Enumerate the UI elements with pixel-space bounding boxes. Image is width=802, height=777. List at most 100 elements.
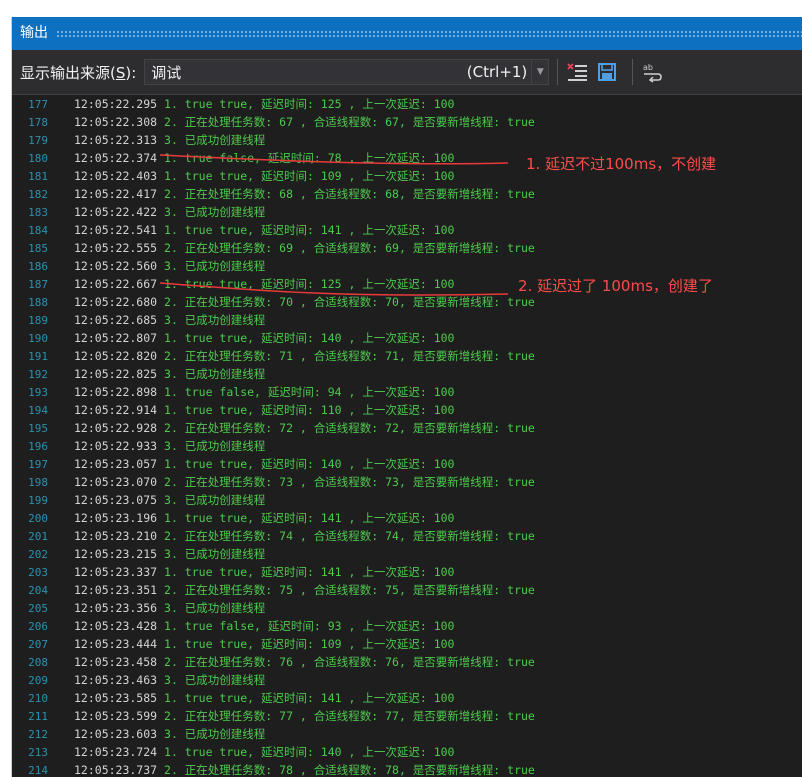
output-source-value: 调试 <box>151 63 182 82</box>
line-number: 195 <box>28 422 48 435</box>
line-message: 3. 已成功创建线程 <box>164 673 266 687</box>
line-message: 2. 正在处理任务数: 74 , 合适线程数: 74, 是否要新增线程: tru… <box>164 529 535 543</box>
output-line: 188 12:05:22.680 2. 正在处理任务数: 70 , 合适线程数: … <box>12 293 535 311</box>
output-line: 191 12:05:22.820 2. 正在处理任务数: 71 , 合适线程数: … <box>12 347 535 365</box>
line-message: 2. 正在处理任务数: 67 , 合适线程数: 67, 是否要新增线程: tru… <box>164 115 535 129</box>
output-line: 186 12:05:22.560 3. 已成功创建线程 <box>12 257 265 275</box>
save-icon[interactable] <box>594 59 620 85</box>
line-number: 178 <box>28 116 48 129</box>
line-number: 196 <box>28 440 48 453</box>
line-number: 198 <box>28 476 48 489</box>
line-timestamp: 12:05:23.428 <box>74 619 158 633</box>
window-title-bar[interactable]: 输出 <box>12 17 802 50</box>
output-line: 203 12:05:23.337 1. true true, 延迟时间: 141 … <box>12 563 454 581</box>
output-line: 214 12:05:23.737 2. 正在处理任务数: 78 , 合适线程数: … <box>12 761 535 777</box>
output-source-select[interactable]: 调试 (Ctrl+1) ▼ <box>144 59 550 85</box>
output-line: 185 12:05:22.555 2. 正在处理任务数: 69 , 合适线程数: … <box>12 239 535 257</box>
line-number: 214 <box>28 764 48 777</box>
output-line: 207 12:05:23.444 1. true true, 延迟时间: 109 … <box>12 635 454 653</box>
line-number: 194 <box>28 404 48 417</box>
line-number: 180 <box>28 152 48 165</box>
line-number: 206 <box>28 620 48 633</box>
line-message: 1. true true, 延迟时间: 141 , 上一次延迟: 100 <box>164 565 455 579</box>
line-number: 185 <box>28 242 48 255</box>
line-number: 197 <box>28 458 48 471</box>
output-line: 180 12:05:22.374 1. true false, 延迟时间: 78 … <box>12 149 454 167</box>
line-message: 1. true true, 延迟时间: 109 , 上一次延迟: 100 <box>164 169 455 183</box>
line-message: 2. 正在处理任务数: 68 , 合适线程数: 68, 是否要新增线程: tru… <box>164 187 535 201</box>
line-message: 2. 正在处理任务数: 71 , 合适线程数: 71, 是否要新增线程: tru… <box>164 349 535 363</box>
output-line: 194 12:05:22.914 1. true true, 延迟时间: 110 … <box>12 401 454 419</box>
line-message: 3. 已成功创建线程 <box>164 601 266 615</box>
title-bar-grip[interactable] <box>56 30 802 37</box>
output-line: 183 12:05:22.422 3. 已成功创建线程 <box>12 203 265 221</box>
line-number: 212 <box>28 728 48 741</box>
line-number: 181 <box>28 170 48 183</box>
source-label-suffix: ): <box>125 63 137 82</box>
line-timestamp: 12:05:23.075 <box>74 493 158 507</box>
line-message: 2. 正在处理任务数: 70 , 合适线程数: 70, 是否要新增线程: tru… <box>164 295 535 309</box>
output-pane[interactable]: 177 12:05:22.295 1. true true, 延迟时间: 125 … <box>12 97 802 777</box>
line-timestamp: 12:05:22.685 <box>74 313 158 327</box>
word-wrap-icon[interactable]: ab <box>639 59 665 85</box>
line-number: 182 <box>28 188 48 201</box>
output-line: 190 12:05:22.807 1. true true, 延迟时间: 140 … <box>12 329 454 347</box>
output-line: 206 12:05:23.428 1. true false, 延迟时间: 93 … <box>12 617 454 635</box>
output-line: 184 12:05:22.541 1. true true, 延迟时间: 141 … <box>12 221 454 239</box>
line-message: 3. 已成功创建线程 <box>164 259 266 273</box>
line-number: 210 <box>28 692 48 705</box>
line-message: 1. true false, 延迟时间: 78 , 上一次延迟: 100 <box>164 151 455 165</box>
output-line: 177 12:05:22.295 1. true true, 延迟时间: 125 … <box>12 97 454 113</box>
line-message: 1. true true, 延迟时间: 109 , 上一次延迟: 100 <box>164 637 455 651</box>
line-number: 177 <box>28 98 48 111</box>
output-line: 187 12:05:22.667 1. true true, 延迟时间: 125 … <box>12 275 454 293</box>
line-number: 201 <box>28 530 48 543</box>
line-number: 203 <box>28 566 48 579</box>
line-timestamp: 12:05:22.807 <box>74 331 158 345</box>
output-line: 201 12:05:23.210 2. 正在处理任务数: 74 , 合适线程数: … <box>12 527 535 545</box>
line-message: 1. true true, 延迟时间: 125 , 上一次延迟: 100 <box>164 97 455 111</box>
line-number: 188 <box>28 296 48 309</box>
line-message: 1. true true, 延迟时间: 141 , 上一次延迟: 100 <box>164 691 455 705</box>
annotation-1: 1. 延迟不过100ms，不创建 <box>526 155 717 173</box>
line-timestamp: 12:05:22.560 <box>74 259 158 273</box>
line-number: 183 <box>28 206 48 219</box>
line-number: 193 <box>28 386 48 399</box>
line-message: 1. true true, 延迟时间: 125 , 上一次延迟: 100 <box>164 277 455 291</box>
line-number: 184 <box>28 224 48 237</box>
line-timestamp: 12:05:23.196 <box>74 511 158 525</box>
output-toolbar: 显示输出来源(S): 调试 (Ctrl+1) ▼ ab <box>12 50 802 95</box>
output-line: 204 12:05:23.351 2. 正在处理任务数: 75 , 合适线程数: … <box>12 581 535 599</box>
line-number: 205 <box>28 602 48 615</box>
line-number: 186 <box>28 260 48 273</box>
line-message: 2. 正在处理任务数: 72 , 合适线程数: 72, 是否要新增线程: tru… <box>164 421 535 435</box>
output-line: 178 12:05:22.308 2. 正在处理任务数: 67 , 合适线程数: … <box>12 113 535 131</box>
line-timestamp: 12:05:23.599 <box>74 709 158 723</box>
line-timestamp: 12:05:22.313 <box>74 133 158 147</box>
clear-all-icon[interactable] <box>564 59 590 85</box>
line-timestamp: 12:05:23.603 <box>74 727 158 741</box>
output-line: 192 12:05:22.825 3. 已成功创建线程 <box>12 365 265 383</box>
window-title: 输出 <box>20 25 48 41</box>
line-timestamp: 12:05:22.422 <box>74 205 158 219</box>
line-timestamp: 12:05:22.928 <box>74 421 158 435</box>
line-message: 1. true true, 延迟时间: 141 , 上一次延迟: 100 <box>164 223 455 237</box>
line-message: 2. 正在处理任务数: 78 , 合适线程数: 78, 是否要新增线程: tru… <box>164 763 535 777</box>
line-timestamp: 12:05:22.820 <box>74 349 158 363</box>
line-message: 1. true true, 延迟时间: 140 , 上一次延迟: 100 <box>164 745 455 759</box>
svg-text:ab: ab <box>643 63 653 72</box>
source-label-accesskey: S <box>115 63 126 82</box>
line-timestamp: 12:05:22.555 <box>74 241 158 255</box>
line-timestamp: 12:05:22.295 <box>74 97 158 111</box>
output-line: 200 12:05:23.196 1. true true, 延迟时间: 141 … <box>12 509 454 527</box>
chevron-down-icon[interactable]: ▼ <box>531 60 548 84</box>
output-line: 189 12:05:22.685 3. 已成功创建线程 <box>12 311 265 329</box>
output-line: 202 12:05:23.215 3. 已成功创建线程 <box>12 545 265 563</box>
line-timestamp: 12:05:22.308 <box>74 115 158 129</box>
line-number: 211 <box>28 710 48 723</box>
line-timestamp: 12:05:22.914 <box>74 403 158 417</box>
line-number: 208 <box>28 656 48 669</box>
line-timestamp: 12:05:22.933 <box>74 439 158 453</box>
line-message: 2. 正在处理任务数: 73 , 合适线程数: 73, 是否要新增线程: tru… <box>164 475 535 489</box>
line-message: 2. 正在处理任务数: 75 , 合适线程数: 75, 是否要新增线程: tru… <box>164 583 535 597</box>
